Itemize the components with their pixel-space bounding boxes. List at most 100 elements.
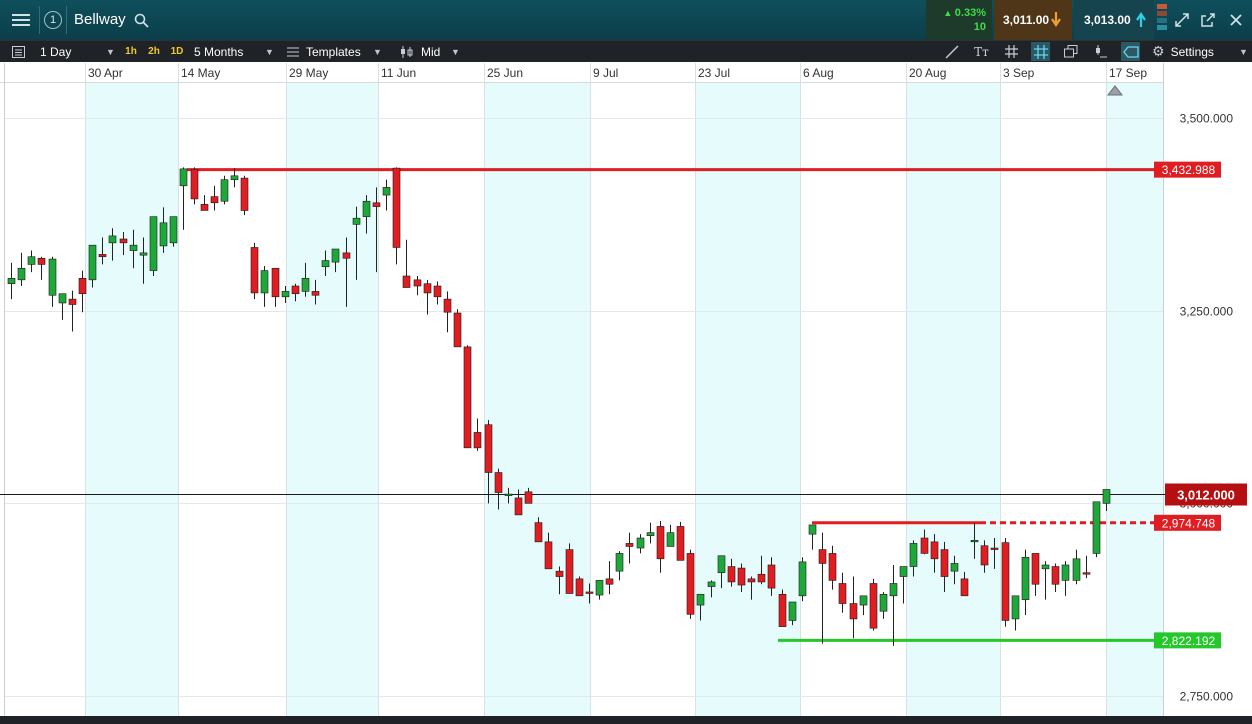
candle	[575, 576, 584, 597]
candle	[849, 576, 858, 639]
price-label-button[interactable]	[1121, 42, 1140, 61]
date-tick-label: 3 Sep	[1003, 66, 1035, 80]
candle-body	[838, 583, 847, 604]
gear-icon: ⚙	[1152, 43, 1165, 59]
price-type-select[interactable]: Mid ▼	[400, 41, 464, 62]
candle-body	[605, 578, 614, 585]
interval-1h[interactable]: 1h	[123, 41, 139, 62]
chart-toolbar: 1 Day ▼ 1h 2h 1D 5 Months ▼ Templates ▼ …	[0, 40, 1252, 62]
candle-body	[707, 581, 716, 587]
timeframe-value: 1 Day	[40, 44, 72, 59]
date-tick-label: 6 Aug	[803, 66, 834, 80]
range-select[interactable]: 5 Months ▼	[194, 41, 276, 62]
expand-button[interactable]	[1172, 0, 1192, 40]
popout-icon	[1201, 13, 1215, 27]
candle-body	[504, 493, 513, 496]
shaded-period	[85, 82, 178, 716]
settings-button[interactable]: ⚙ Settings ▼	[1152, 41, 1248, 62]
candle-body	[970, 540, 979, 543]
interval-2h[interactable]: 2h	[146, 41, 162, 62]
close-button[interactable]	[1226, 0, 1246, 40]
candle-body	[98, 254, 107, 258]
indicator-button[interactable]	[1091, 42, 1110, 61]
candle-body	[331, 248, 340, 263]
instrument-title[interactable]: Bellway	[74, 11, 126, 28]
candle-body	[260, 270, 269, 294]
candle	[666, 524, 675, 547]
candle	[27, 250, 36, 273]
menu-button[interactable]	[4, 0, 38, 40]
candle-body	[514, 497, 523, 516]
candle	[565, 543, 574, 594]
alerts-button[interactable]: 1	[42, 0, 64, 40]
layers-button[interactable]	[1061, 42, 1080, 61]
candle-body	[372, 202, 381, 207]
grid-toggle-button[interactable]	[1002, 42, 1021, 61]
price-tick-label: 2,750.000	[1180, 690, 1234, 704]
text-icon: Tт	[974, 44, 989, 59]
date-tick-label: 11 Jun	[381, 66, 416, 80]
crosshair-button[interactable]	[1031, 42, 1050, 61]
buy-price: 3,013.00	[1084, 13, 1131, 27]
date-tick-label: 29 May	[289, 66, 328, 80]
candle-body	[555, 570, 564, 577]
popout-button[interactable]	[1198, 0, 1218, 40]
search-button[interactable]	[131, 0, 151, 40]
candle-body	[899, 566, 908, 577]
candle-body	[960, 578, 969, 597]
candle	[58, 293, 67, 320]
candle-body	[342, 252, 351, 259]
chart-list-button[interactable]	[9, 42, 28, 61]
candle-body	[565, 549, 574, 594]
tag-icon	[1122, 45, 1139, 58]
list-icon	[12, 45, 25, 58]
templates-menu[interactable]: Templates ▼	[287, 41, 383, 62]
candle-body	[230, 175, 239, 180]
candle-body	[909, 543, 918, 567]
candle-body	[190, 169, 199, 200]
candle-body	[494, 472, 503, 493]
depth-ladder-icon[interactable]	[1157, 4, 1167, 36]
candle-body	[920, 537, 929, 554]
buy-button[interactable]: 3,013.00	[1074, 0, 1154, 40]
timeframe-select[interactable]: 1 Day ▼	[40, 41, 118, 62]
candle-body	[717, 555, 726, 573]
price-chart[interactable]: 30 Apr 14 May 29 May 11 Jun 25 Jun 9 Jul 23 Ju…	[0, 63, 1252, 716]
candle-body	[179, 168, 188, 187]
buy-arrow-icon	[1136, 12, 1146, 27]
candle	[1021, 549, 1030, 616]
candle	[169, 216, 178, 247]
candle	[1092, 501, 1101, 558]
level-price-label: 2,822.192	[1162, 634, 1216, 648]
candle	[423, 279, 432, 315]
candle	[595, 580, 604, 600]
draw-line-button[interactable]	[942, 42, 961, 61]
candle-body	[139, 252, 148, 256]
candle-body	[1102, 489, 1111, 504]
text-tool-button[interactable]: Tт	[972, 42, 991, 61]
candle	[7, 262, 16, 300]
candle	[37, 256, 46, 280]
candle	[778, 589, 787, 627]
candle-body	[534, 522, 543, 543]
price-tick-label: 3,250.000	[1180, 305, 1234, 319]
candle	[220, 175, 229, 205]
layers-icon	[1063, 45, 1077, 58]
candle-body	[402, 275, 411, 288]
candle-body	[1092, 501, 1101, 554]
candle-body	[757, 573, 766, 583]
candle-body	[524, 491, 533, 504]
candle	[271, 267, 280, 307]
candle-body	[7, 277, 16, 284]
candle-body	[321, 260, 330, 268]
candle-body	[818, 549, 827, 564]
date-tick-label: 9 Jul	[593, 66, 618, 80]
chevron-down-icon: ▼	[451, 46, 460, 57]
candle-body	[798, 561, 807, 597]
candle	[798, 557, 807, 602]
interval-1d[interactable]: 1D	[168, 41, 186, 62]
candle-body	[78, 277, 87, 295]
level-price-label: 3,432.988	[1162, 163, 1216, 177]
sell-button[interactable]: 3,011.00	[994, 0, 1072, 40]
candle-body	[666, 532, 675, 547]
